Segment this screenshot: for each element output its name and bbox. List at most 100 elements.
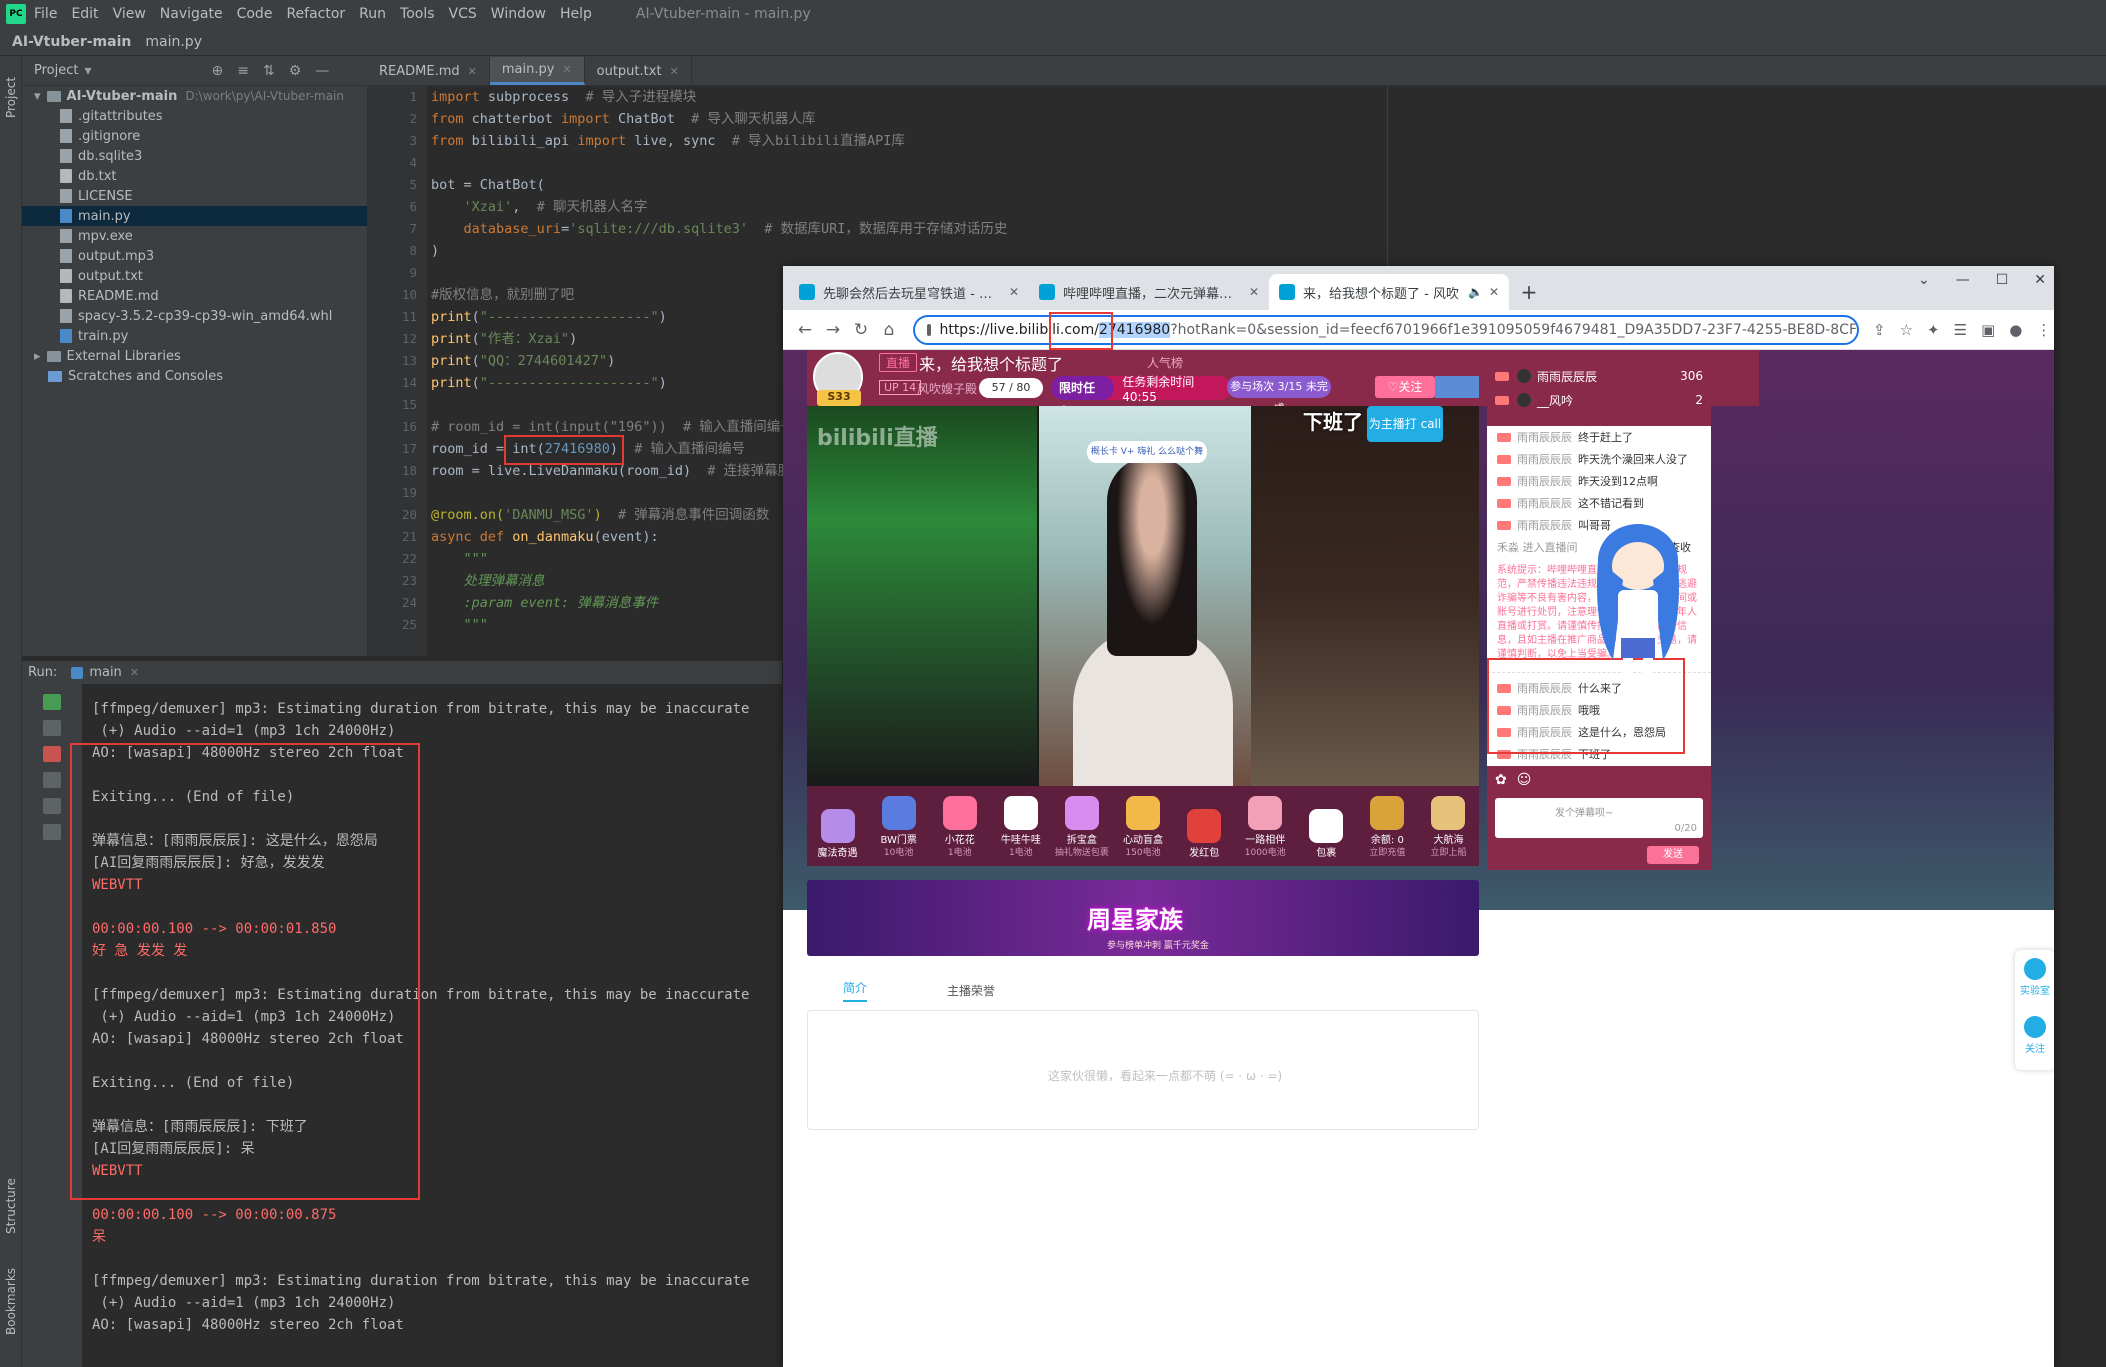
gift-item[interactable]: BW门票 10电池	[868, 796, 929, 860]
menu-vcs[interactable]: VCS	[449, 6, 477, 22]
browser-tab[interactable]: 来，给我想个标题了 - 风吹 🔈 ✕	[1269, 274, 1509, 310]
tree-file[interactable]: db.sqlite3	[22, 146, 367, 166]
tree-external-libraries[interactable]: ▸ External Libraries	[22, 346, 367, 366]
call-button[interactable]: 为主播打 call	[1367, 406, 1443, 442]
tree-file[interactable]: output.mp3	[22, 246, 367, 266]
rerun-icon[interactable]	[43, 694, 61, 710]
back-icon[interactable]: ←	[791, 320, 819, 340]
bookmarks-tool-label[interactable]: Bookmarks	[0, 1256, 22, 1346]
home-icon[interactable]: ⌂	[875, 320, 903, 340]
gift-item[interactable]: 发红包	[1174, 809, 1235, 860]
print-icon[interactable]	[43, 798, 61, 814]
forward-icon[interactable]: →	[819, 320, 847, 340]
browser-tab[interactable]: 先聊会然后去玩星穹铁道 - 小绿 ✕	[789, 274, 1029, 310]
new-tab-button[interactable]: +	[1515, 278, 1543, 306]
reload-icon[interactable]: ↻	[847, 320, 875, 340]
collapse-all-icon[interactable]: ≡	[237, 63, 249, 79]
follow-button[interactable]: ♡关注	[1375, 376, 1435, 398]
gift-item[interactable]: 魔法奇遇	[807, 809, 868, 860]
stop-icon[interactable]	[43, 746, 61, 762]
tree-file[interactable]: mpv.exe	[22, 226, 367, 246]
up-name[interactable]: 风吹嫂子殿	[917, 380, 977, 397]
lab-button[interactable]: 实验室	[2015, 958, 2054, 1008]
participation-badge[interactable]: 参与场次 3/15 未完成	[1227, 376, 1331, 415]
gift-item[interactable]: 牛哇牛哇 1电池	[990, 796, 1051, 860]
share-icon[interactable]: ⇪	[1873, 321, 1886, 339]
tree-file[interactable]: output.txt	[22, 266, 367, 286]
close-icon[interactable]: ✕	[2034, 272, 2046, 288]
browser-tab[interactable]: 哔哩哔哩直播，二次元弹幕直播 ✕	[1029, 274, 1269, 310]
close-icon[interactable]: ✕	[1249, 285, 1259, 299]
gift-item[interactable]: 心动盲盒 150电池	[1112, 796, 1173, 860]
close-icon[interactable]: ✕	[130, 666, 139, 679]
chat-message[interactable]: 雨雨辰辰辰 昨天洗个澡回来人没了	[1487, 448, 1711, 470]
gear-icon[interactable]: ⚙	[289, 63, 302, 79]
close-icon[interactable]: ✕	[562, 63, 571, 76]
chat-input[interactable]: 发个弹幕呗~ 0/20	[1495, 798, 1703, 838]
rank-row[interactable]: __风吟 2	[1487, 388, 1711, 412]
structure-tool-label[interactable]: Structure	[0, 1166, 22, 1246]
gift-item[interactable]: 一路相伴 1000电池	[1235, 796, 1296, 860]
wrench-icon[interactable]	[43, 720, 61, 736]
tab-honor[interactable]: 主播荣誉	[947, 982, 995, 999]
gift-item[interactable]: 包裹	[1296, 809, 1357, 860]
menu-refactor[interactable]: Refactor	[286, 6, 345, 22]
tree-file[interactable]: LICENSE	[22, 186, 367, 206]
video-player[interactable]: bilibili直播 概长卡 V+ 嗨礼 么么哒个舞 下班了 为主播打 call	[807, 406, 1479, 786]
project-tool-label[interactable]: Project	[0, 62, 22, 132]
tab-search-icon[interactable]: ⌄	[1918, 272, 1930, 288]
rank-row[interactable]: 雨雨辰辰辰 306	[1487, 364, 1711, 388]
tree-file[interactable]: train.py	[22, 326, 367, 346]
menu-run[interactable]: Run	[359, 6, 386, 22]
limited-task[interactable]: 限时任务 任务剩余时间 40:55	[1051, 375, 1231, 419]
tree-file[interactable]: spacy-3.5.2-cp39-cp39-win_amd64.whl	[22, 306, 367, 326]
palette-icon[interactable]: ✿	[1495, 772, 1507, 788]
close-icon[interactable]: ✕	[1489, 285, 1499, 299]
emoji-icon[interactable]: ☺	[1517, 772, 1532, 788]
hide-icon[interactable]: —	[315, 63, 329, 79]
project-view-selector[interactable]: Project	[34, 63, 78, 78]
menu-view[interactable]: View	[113, 6, 146, 22]
send-button[interactable]: 发送	[1647, 846, 1699, 864]
locate-icon[interactable]: ⊕	[212, 63, 224, 79]
chat-message[interactable]: 雨雨辰辰辰 昨天没到12点啊	[1487, 470, 1711, 492]
maximize-icon[interactable]: ☐	[1996, 272, 2009, 288]
chat-message[interactable]: 雨雨辰辰辰 这不错记看到	[1487, 492, 1711, 514]
reading-list-icon[interactable]: ☰	[1954, 321, 1967, 339]
minimize-icon[interactable]: —	[1956, 272, 1970, 288]
tree-file[interactable]: README.md	[22, 286, 367, 306]
star-icon[interactable]: ☆	[1900, 321, 1913, 339]
gift-item[interactable]: 小花花 1电池	[929, 796, 990, 860]
menu-file[interactable]: File	[34, 6, 57, 22]
close-icon[interactable]: ✕	[1009, 285, 1019, 299]
tree-root[interactable]: ▾ AI-Vtuber-main D:\work\py\AI-Vtuber-ma…	[22, 86, 367, 106]
speaker-icon[interactable]: 🔈	[1468, 285, 1483, 299]
expand-icon[interactable]: ⇅	[263, 63, 275, 79]
menu-help[interactable]: Help	[560, 6, 592, 22]
tree-scratches[interactable]: Scratches and Consoles	[22, 366, 367, 386]
menu-tools[interactable]: Tools	[400, 6, 435, 22]
gift-item[interactable]: 余额: 0 立即充值	[1357, 796, 1418, 860]
tree-file[interactable]: .gitattributes	[22, 106, 367, 126]
chevron-down-icon[interactable]: ▾	[84, 63, 91, 79]
editor-tab[interactable]: README.md ✕	[367, 57, 490, 85]
editor-tab[interactable]: main.py ✕	[489, 57, 585, 85]
layout-icon[interactable]	[43, 772, 61, 788]
more-menu-icon[interactable]: ⋮	[2036, 321, 2051, 339]
tree-file[interactable]: db.txt	[22, 166, 367, 186]
tab-intro[interactable]: 简介	[843, 979, 868, 1002]
breadcrumb-project[interactable]: AI-Vtuber-main	[12, 34, 131, 50]
menu-window[interactable]: Window	[491, 6, 546, 22]
sidebar-icon[interactable]: ▣	[1981, 321, 1995, 339]
profile-avatar[interactable]: ●	[2009, 321, 2022, 339]
weekly-star-banner[interactable]: 周星家族 参与榜单冲刺 赢千元奖金	[807, 880, 1479, 956]
menu-navigate[interactable]: Navigate	[160, 6, 223, 22]
close-icon[interactable]: ✕	[468, 65, 477, 78]
tree-file[interactable]: .gitignore	[22, 126, 367, 146]
extensions-icon[interactable]: ✦	[1927, 321, 1940, 339]
chat-message[interactable]: 雨雨辰辰辰 终于赶上了	[1487, 426, 1711, 448]
gift-item[interactable]: 拆宝盒 抽礼物送包裹	[1051, 796, 1112, 860]
run-config-tab[interactable]: main	[89, 665, 121, 680]
close-icon[interactable]: ✕	[670, 65, 679, 78]
menu-edit[interactable]: Edit	[71, 6, 98, 22]
